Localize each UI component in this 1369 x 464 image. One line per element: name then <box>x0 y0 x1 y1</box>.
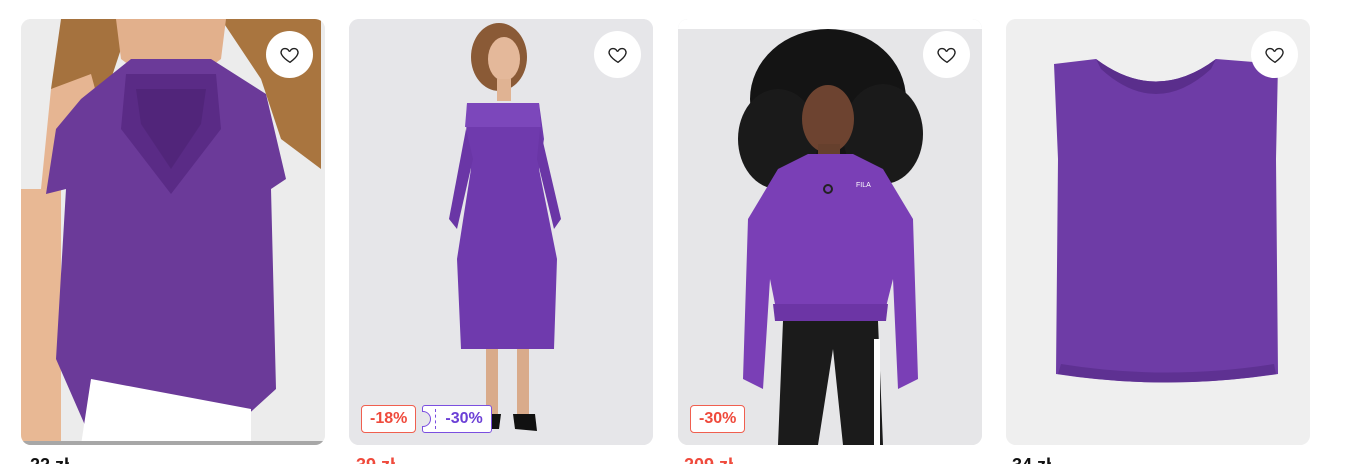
favorite-button[interactable] <box>594 31 641 78</box>
product-image[interactable] <box>21 19 325 445</box>
favorite-button[interactable] <box>266 31 313 78</box>
product-card[interactable]: -18% -30% <box>349 19 653 445</box>
product-card[interactable] <box>1006 19 1310 445</box>
coupon-divider <box>435 409 437 429</box>
product-price: 209 zł <box>684 451 733 464</box>
product-price: 22 zł <box>30 451 69 464</box>
product-card[interactable] <box>21 19 325 445</box>
heart-outline-icon <box>279 47 299 63</box>
heart-outline-icon <box>607 47 627 63</box>
product-image[interactable] <box>1006 19 1310 445</box>
favorite-button[interactable] <box>923 31 970 78</box>
heart-outline-icon <box>1264 47 1284 63</box>
discount-badges: -18% -30% <box>361 405 492 433</box>
discount-badges: -30% <box>690 405 746 433</box>
discount-badge: -30% <box>690 405 746 433</box>
product-card[interactable]: FILA -30% <box>678 19 982 445</box>
discount-badge: -18% <box>361 405 417 433</box>
product-image[interactable]: FILA <box>678 19 982 445</box>
product-price: 34 zł <box>1012 451 1051 464</box>
product-price: 39 zł <box>356 451 395 464</box>
product-image[interactable] <box>349 19 653 445</box>
svg-text:FILA: FILA <box>856 182 871 189</box>
heart-outline-icon <box>936 47 956 63</box>
coupon-badge: -30% <box>422 405 492 433</box>
favorite-button[interactable] <box>1251 31 1298 78</box>
coupon-label: -30% <box>445 410 483 427</box>
coupon-notch <box>422 411 432 427</box>
